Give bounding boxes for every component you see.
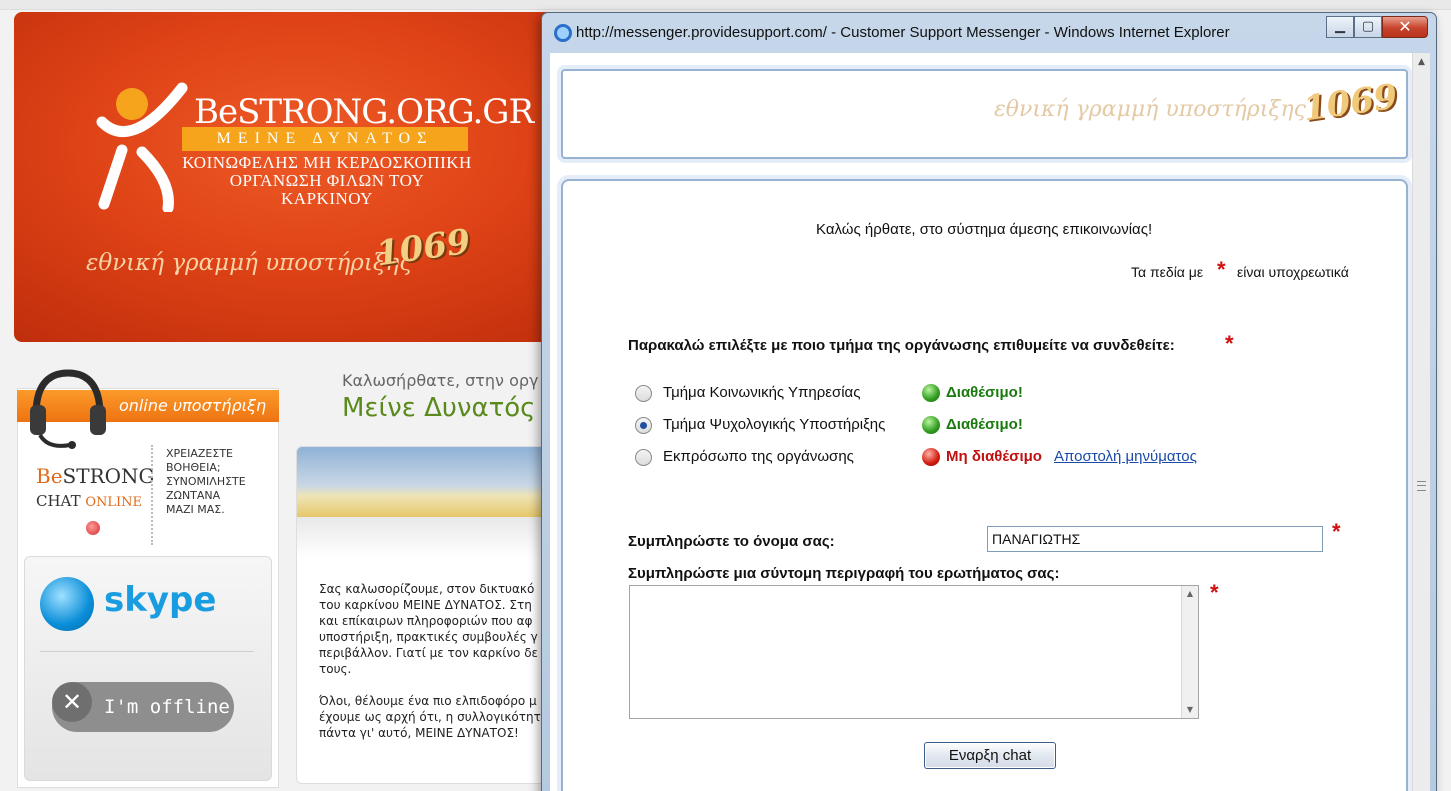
maximize-icon: ▢ [1361,19,1375,34]
name-input[interactable] [987,526,1323,552]
window-title: http://messenger.providesupport.com/ - C… [576,24,1230,41]
description-textarea[interactable]: ▲ ▼ [629,585,1199,719]
start-chat-button[interactable]: Εναρξη chat [924,742,1056,769]
name-required-star: * [1332,519,1341,544]
offline-x-icon: ✕ [52,682,92,722]
radio-department-psychological[interactable] [635,417,652,434]
browser-content: εθνική γραμμή υποστήριξης 1069 Καλώς ήρθ… [550,53,1430,791]
available-status-icon [922,416,940,434]
description-required-star: * [1210,580,1219,605]
department-representative-label[interactable]: Εκπρόσωπο της οργάνωσης [663,448,854,465]
chat-form-panel: Καλώς ήρθατε, στο σύστημα άμεσης επικοιν… [561,179,1408,791]
skype-icon[interactable] [40,577,94,631]
logo-wordmark: BeSTRONG.ORG.GR [194,92,534,132]
body-paragraph: Όλοι, θέλουμε ένα πιο ελπιδοφόρο μ έχουμε… [319,693,555,741]
body-line: πάντα γι' αυτό, ΜΕΙΝΕ ΔΥΝΑΤΟΣ! [319,726,519,740]
required-note-suffix: είναι υποχρεωτικά [1237,264,1349,280]
body-line: και επίκαιρων πληροφοριών που αφ [319,614,533,628]
close-button[interactable]: ✕ [1382,16,1428,38]
department-social-label[interactable]: Τμήμα Κοινωνικής Υπηρεσίας [663,384,860,401]
textarea-scrollbar[interactable]: ▲ ▼ [1181,586,1198,718]
header-slogan: εθνική γραμμή υποστήριξης [994,97,1306,122]
body-line: του καρκίνου ΜΕΙΝΕ ΔΥΝΑΤΟΣ. Στη [319,598,532,612]
ie-messenger-window: http://messenger.providesupport.com/ - C… [541,12,1437,791]
body-line: έχουμε ως αρχή ότι, η συλλογικότητ [319,710,541,724]
radio-department-representative[interactable] [635,449,652,466]
messenger-header: εθνική γραμμή υποστήριξης 1069 [561,69,1408,159]
sky-field-image [297,447,555,517]
department-psychological-status: Διαθέσιμο! [946,416,1023,433]
internet-explorer-icon [554,24,572,42]
close-icon: ✕ [1398,17,1412,36]
department-social-status: Διαθέσιμο! [946,384,1023,401]
minimize-icon: ▁ [1335,19,1345,34]
hotline-badge: 1069 [373,221,473,275]
logo-motto: ΜΕΙΝΕ ΔΥΝΑΤΟΣ [182,127,468,151]
window-titlebar[interactable]: http://messenger.providesupport.com/ - C… [542,13,1436,53]
scrollbar-grip-icon[interactable] [1417,481,1426,491]
scroll-down-arrow-icon[interactable]: ▼ [1182,702,1198,718]
required-note-prefix: Τα πεδία με [1131,264,1204,280]
welcome-title: Μείνε Δυνατός [342,393,536,423]
required-star: * [1217,257,1226,282]
body-line: Όλοι, θέλουμε ένα πιο ελπιδοφόρο μ [319,694,537,708]
welcome-subtitle: Καλωσήρθατε, στην οργ [342,371,539,390]
maximize-button[interactable]: ▢ [1354,16,1382,38]
body-line: Σας καλωσορίζουμε, στον δικτυακό [319,582,535,596]
logo-subtitle-line2: ΟΡΓΑΝΩΣΗ ΦΙΛΩΝ ΤΟΥ ΚΑΡΚΙΝΟΥ [229,171,425,208]
bestrong-chat-logo[interactable]: BeSTRONG CHAT ONLINE [36,464,155,510]
skype-logo-text[interactable]: skype [104,580,216,620]
logo-subtitle: ΚΟΙΝΩΦΕΛΗΣ ΜΗ ΚΕΡΔΟΣΚΟΠΙΚΗ ΟΡΓΑΝΩΣΗ ΦΙΛΩ… [182,154,472,208]
banner-slogan: εθνική γραμμή υποστήριξης [86,250,413,276]
welcome-body-text: Σας καλωσορίζουμε, στον δικτυακό του καρκ… [319,581,555,741]
radio-department-social[interactable] [635,385,652,402]
headset-icon [30,369,106,449]
window-controls: ▁ ▢ ✕ [1326,16,1428,38]
image-shadow [297,517,555,557]
department-required-star: * [1225,331,1234,356]
scroll-up-icon[interactable]: ▲ [1413,53,1430,71]
description-label: Συμπληρώστε μια σύντομη περιγραφή του ερ… [628,565,1060,582]
top-strip [0,0,1451,10]
header-hotline-badge: 1069 [1301,76,1401,130]
chat-status-icon [86,521,100,535]
body-line: υποστήριξη, πρακτικές συμβουλές γ [319,630,538,644]
window-scrollbar[interactable]: ▲ [1412,53,1430,791]
dotted-divider [151,445,153,545]
available-status-icon [922,384,940,402]
department-representative-status: Μη διαθέσιμο [946,448,1042,465]
department-label: Παρακαλώ επιλέξτε με ποιο τμήμα της οργά… [628,337,1175,354]
content-card: Σας καλωσορίζουμε, στον δικτυακό του καρκ… [296,446,556,784]
name-label: Συμπληρώστε το όνομα σας: [628,533,835,550]
department-psychological-label[interactable]: Τμήμα Ψυχολογικής Υποστήριξης [663,416,885,433]
minimize-button[interactable]: ▁ [1326,16,1354,38]
help-text: ΧΡΕΙΑΖΕΣΤΕ ΒΟΗΘΕΙΑ; ΣΥΝΟΜΙΛΗΣΤΕ ΖΩΝΤΑΝΑ … [166,447,246,516]
scroll-up-arrow-icon[interactable]: ▲ [1182,586,1198,602]
body-paragraph: Σας καλωσορίζουμε, στον δικτυακό του καρκ… [319,581,555,677]
logo-subtitle-line1: ΚΟΙΝΩΦΕΛΗΣ ΜΗ ΚΕΡΔΟΣΚΟΠΙΚΗ [182,153,472,172]
send-message-link[interactable]: Αποστολή μηνύματος [1054,448,1197,465]
body-line: τους. [319,662,352,676]
form-welcome: Καλώς ήρθατε, στο σύστημα άμεσης επικοιν… [816,221,1153,238]
divider [40,651,254,652]
bestrong-figure-logo [96,82,188,212]
body-line: περιβάλλον. Γιατί με τον καρκίνο δε [319,646,539,660]
unavailable-status-icon [922,448,940,466]
